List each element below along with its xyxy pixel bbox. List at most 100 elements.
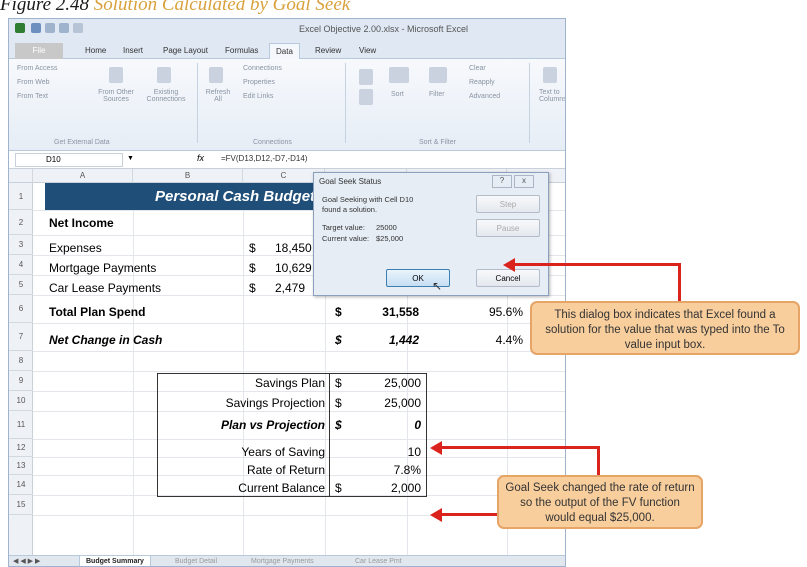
row-header[interactable]: 11 <box>9 411 33 439</box>
edit-links-button[interactable]: Edit Links <box>243 93 273 100</box>
column-header-a[interactable]: A <box>33 169 133 183</box>
total-plan-spend-currency: $ <box>335 305 342 319</box>
row-header[interactable]: 9 <box>9 371 33 391</box>
car-lease-currency: $ <box>249 281 256 295</box>
ribbon: From Access From Web From Text From Othe… <box>9 59 565 151</box>
net-income-label: Net Income <box>49 216 114 230</box>
total-plan-spend-percent: 95.6% <box>488 305 523 319</box>
name-box-dropdown-icon[interactable]: ▼ <box>127 155 134 162</box>
car-lease-value: 2,479 <box>275 281 306 295</box>
row-headers: 1 2 3 4 5 6 7 8 9 10 11 12 13 14 15 <box>9 183 33 566</box>
name-box[interactable]: D10 <box>15 153 123 167</box>
select-all-corner[interactable] <box>9 169 33 183</box>
text-to-columns-button[interactable]: Text to Columns <box>539 89 565 103</box>
current-balance-value: 2,000 <box>390 481 421 495</box>
sort-icon <box>389 67 409 83</box>
total-plan-spend-value: 31,558 <box>382 305 419 319</box>
save-icon[interactable] <box>31 23 41 33</box>
tab-view[interactable]: View <box>353 43 382 59</box>
row-header[interactable]: 6 <box>9 295 33 323</box>
net-change-label: Net Change in Cash <box>49 333 163 347</box>
rate-of-return-label: Rate of Return <box>246 463 325 477</box>
arrow-head-icon <box>430 508 442 522</box>
sort-descending-icon[interactable] <box>359 89 373 105</box>
formula-input[interactable]: =FV(D13,D12,-D7,-D14) <box>221 154 307 163</box>
step-button[interactable]: Step <box>476 195 540 213</box>
figure-number: Figure 2.48 <box>0 0 90 15</box>
from-access-button[interactable]: From Access <box>17 65 57 72</box>
mouse-cursor-icon: ↖ <box>432 279 443 293</box>
row-header[interactable]: 14 <box>9 475 33 495</box>
row-header[interactable]: 3 <box>9 235 33 255</box>
connections-button[interactable]: Connections <box>243 65 282 72</box>
row-header[interactable]: 8 <box>9 351 33 371</box>
goal-seek-status-dialog: Goal Seek Status ? x Goal Seeking with C… <box>313 172 549 296</box>
sheet-tab-mortgage-payments[interactable]: Mortgage Payments <box>245 556 320 566</box>
sheet-tab-car-lease[interactable]: Car Lease Pmt <box>349 556 408 566</box>
ribbon-group-separator <box>197 63 198 143</box>
properties-button[interactable]: Properties <box>243 79 275 86</box>
row-header[interactable]: 1 <box>9 183 33 210</box>
arrow-line <box>597 446 600 476</box>
tab-insert[interactable]: Insert <box>117 43 149 59</box>
row-header[interactable]: 2 <box>9 210 33 235</box>
mortgage-label: Mortgage Payments <box>49 261 157 275</box>
pause-button[interactable]: Pause <box>476 219 540 237</box>
row-header[interactable]: 5 <box>9 275 33 295</box>
tab-file[interactable]: File <box>15 43 63 59</box>
current-balance-currency: $ <box>335 481 342 495</box>
existing-connections-button[interactable]: Existing Connections <box>141 89 191 103</box>
tab-home[interactable]: Home <box>79 43 112 59</box>
dialog-message-line2: found a solution. <box>322 205 378 214</box>
grid-line <box>33 323 565 324</box>
tab-formulas[interactable]: Formulas <box>219 43 264 59</box>
sheet-tab-bar: ◀ ◀ ▶ ▶ Budget Summary Budget Detail Mor… <box>9 555 565 566</box>
row-header[interactable]: 15 <box>9 495 33 515</box>
row-header[interactable]: 7 <box>9 323 33 351</box>
refresh-all-button[interactable]: Refresh All <box>203 89 233 103</box>
from-other-sources-button[interactable]: From Other Sources <box>91 89 141 103</box>
row-header[interactable]: 10 <box>9 391 33 411</box>
from-text-button[interactable]: From Text <box>17 93 48 100</box>
group-label-get-external-data: Get External Data <box>54 139 110 146</box>
help-icon[interactable]: ? <box>492 175 512 188</box>
dialog-title: Goal Seek Status <box>319 177 382 186</box>
excel-logo-icon <box>15 23 25 33</box>
net-change-currency: $ <box>335 333 342 347</box>
tab-data[interactable]: Data <box>269 43 300 59</box>
reapply-button[interactable]: Reapply <box>469 79 495 86</box>
formula-bar: D10 ▼ fx =FV(D13,D12,-D7,-D14) <box>9 151 565 169</box>
close-icon[interactable]: x <box>514 175 534 188</box>
row-header[interactable]: 13 <box>9 457 33 475</box>
row-header[interactable]: 4 <box>9 255 33 275</box>
advanced-button[interactable]: Advanced <box>469 93 500 100</box>
filter-button[interactable]: Filter <box>429 91 445 98</box>
current-balance-label: Current Balance <box>238 481 325 495</box>
redo-icon[interactable] <box>59 23 69 33</box>
tab-review[interactable]: Review <box>309 43 347 59</box>
undo-icon[interactable] <box>45 23 55 33</box>
net-change-percent: 4.4% <box>495 333 523 347</box>
column-header-b[interactable]: B <box>133 169 243 183</box>
savings-plan-value: 25,000 <box>384 376 421 390</box>
sheet-nav-arrows-icon[interactable]: ◀ ◀ ▶ ▶ <box>13 557 40 565</box>
insert-function-icon[interactable]: fx <box>197 153 204 163</box>
tab-page-layout[interactable]: Page Layout <box>157 43 214 59</box>
expenses-currency: $ <box>249 241 256 255</box>
from-web-button[interactable]: From Web <box>17 79 50 86</box>
arrow-line <box>440 446 600 449</box>
savings-plan-label: Savings Plan <box>254 376 325 390</box>
customize-toolbar-icon[interactable] <box>73 23 83 33</box>
sort-button[interactable]: Sort <box>391 91 404 98</box>
sheet-tab-budget-detail[interactable]: Budget Detail <box>169 556 223 566</box>
current-value: $25,000 <box>376 234 404 243</box>
refresh-all-icon <box>209 67 223 83</box>
sort-ascending-icon[interactable] <box>359 69 373 85</box>
arrow-head-icon <box>503 258 515 272</box>
clear-button[interactable]: Clear <box>469 65 486 72</box>
goal-seek-callout: Goal Seek changed the rate of return so … <box>497 475 703 529</box>
car-lease-label: Car Lease Payments <box>49 281 162 295</box>
sheet-title: Personal Cash Budget <box>155 188 316 205</box>
sheet-tab-budget-summary[interactable]: Budget Summary <box>79 556 151 566</box>
row-header[interactable]: 12 <box>9 439 33 457</box>
